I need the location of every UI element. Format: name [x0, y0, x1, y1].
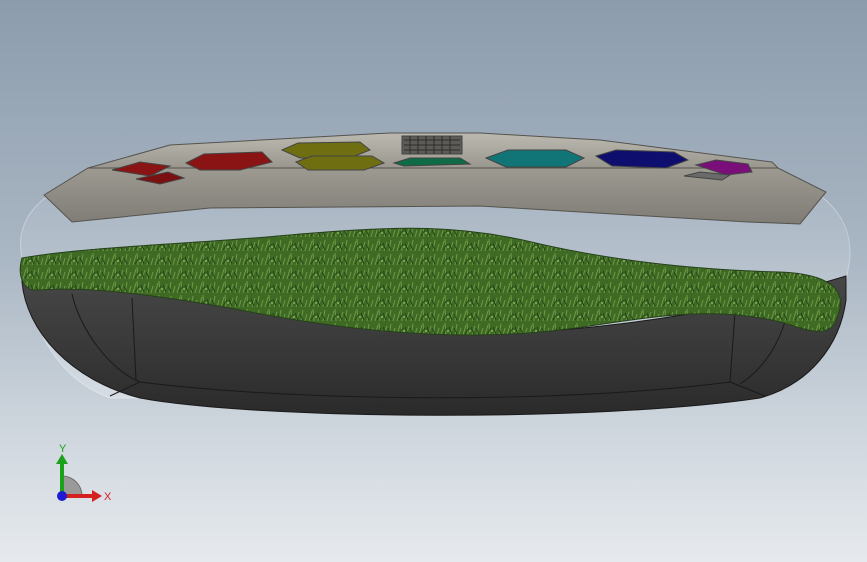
- pocket-olive-2[interactable]: [294, 155, 386, 171]
- x-axis-label: X: [104, 491, 112, 503]
- y-axis-label: Y: [59, 443, 67, 455]
- center-vent-grid[interactable]: [401, 135, 463, 155]
- z-axis-dot: [57, 491, 67, 501]
- pocket-green[interactable]: [392, 157, 472, 167]
- x-axis-head: [92, 490, 102, 502]
- 3d-viewport[interactable]: [0, 0, 867, 562]
- axis-triad: Y X: [56, 443, 112, 503]
- y-axis-head: [56, 454, 68, 464]
- pocket-teal[interactable]: [484, 149, 586, 168]
